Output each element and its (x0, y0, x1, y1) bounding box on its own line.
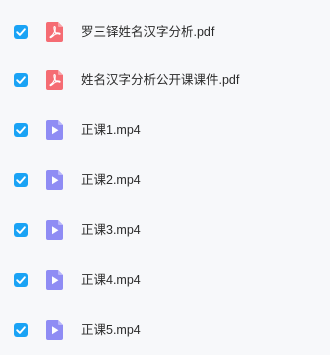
file-list: 罗三铎姓名汉字分析.pdf 姓名汉字分析公开课课件.pdf 正课1.mp4 正课… (0, 0, 330, 355)
checkbox-checked-icon[interactable] (14, 273, 28, 287)
pdf-file-icon (46, 70, 63, 90)
file-row[interactable]: 正课2.mp4 (0, 160, 330, 200)
file-row[interactable]: 正课5.mp4 (0, 310, 330, 350)
file-row[interactable]: 姓名汉字分析公开课课件.pdf (0, 60, 330, 100)
file-name[interactable]: 姓名汉字分析公开课课件.pdf (81, 72, 239, 88)
pdf-file-icon (46, 22, 63, 42)
file-name[interactable]: 正课3.mp4 (81, 222, 141, 238)
video-file-icon (46, 220, 63, 240)
checkbox-checked-icon[interactable] (14, 25, 28, 39)
file-row[interactable]: 罗三铎姓名汉字分析.pdf (0, 12, 330, 52)
video-file-icon (46, 270, 63, 290)
file-name[interactable]: 正课2.mp4 (81, 172, 141, 188)
file-row[interactable]: 正课4.mp4 (0, 260, 330, 300)
checkbox-checked-icon[interactable] (14, 223, 28, 237)
checkbox-checked-icon[interactable] (14, 173, 28, 187)
file-name[interactable]: 正课1.mp4 (81, 122, 141, 138)
checkbox-checked-icon[interactable] (14, 73, 28, 87)
checkbox-checked-icon[interactable] (14, 123, 28, 137)
video-file-icon (46, 120, 63, 140)
file-name[interactable]: 罗三铎姓名汉字分析.pdf (81, 24, 214, 40)
video-file-icon (46, 170, 63, 190)
checkbox-checked-icon[interactable] (14, 323, 28, 337)
file-name[interactable]: 正课5.mp4 (81, 322, 141, 338)
video-file-icon (46, 320, 63, 340)
file-row[interactable]: 正课3.mp4 (0, 210, 330, 250)
file-name[interactable]: 正课4.mp4 (81, 272, 141, 288)
file-row[interactable]: 正课1.mp4 (0, 110, 330, 150)
